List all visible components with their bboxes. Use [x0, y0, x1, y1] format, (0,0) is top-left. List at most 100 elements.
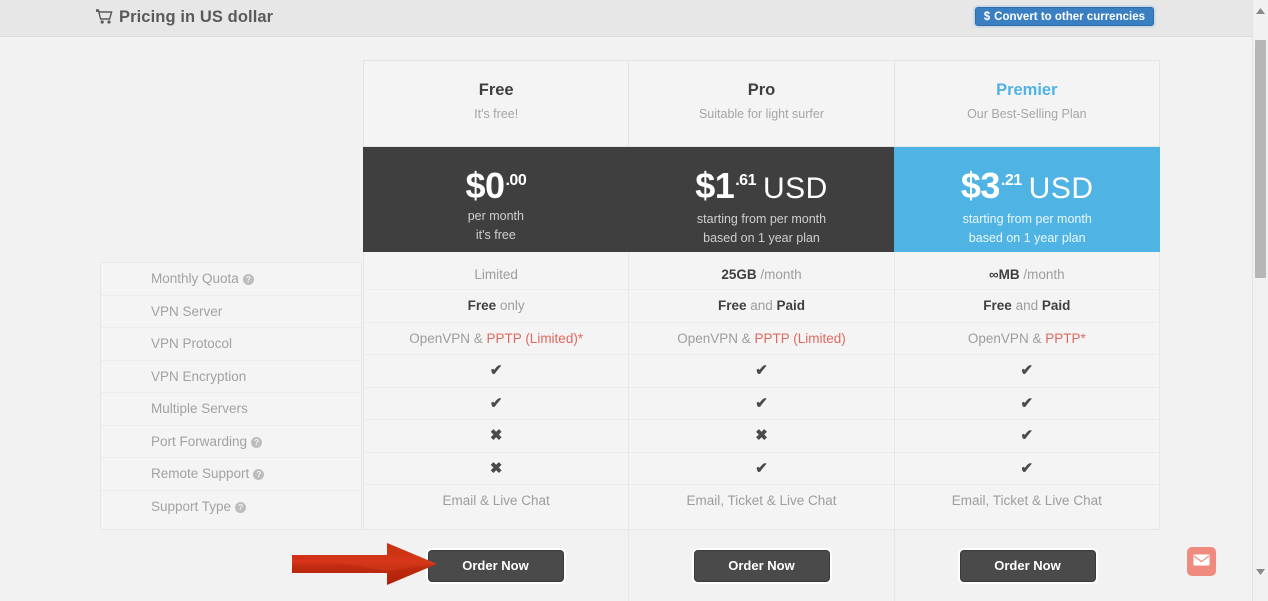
value-quota-pro: 25GB /month — [629, 252, 893, 290]
value-text: /month — [1020, 267, 1065, 282]
value-support-type-premier: Email, Ticket & Live Chat — [895, 485, 1159, 523]
feature-label-port-forwarding: Port Forwarding? — [101, 426, 361, 459]
order-cell-premier: Order Now — [895, 530, 1160, 601]
dollar-icon: $ — [984, 11, 990, 23]
plan-tagline-free: It's free! — [364, 107, 628, 121]
plan-name-pro: Pro — [629, 80, 893, 100]
price-cell-free: $0.00 per month it's free — [363, 147, 629, 252]
value-text: Free — [718, 298, 747, 313]
value-text: OpenVPN & — [409, 331, 486, 346]
value-vpn-server-free: Free only — [364, 290, 628, 323]
check-icon: ✔ — [1021, 427, 1034, 444]
help-icon[interactable]: ? — [243, 274, 254, 285]
help-icon[interactable]: ? — [235, 502, 246, 513]
feature-label-monthly-quota: Monthly Quota? — [101, 263, 361, 296]
value-port-forwarding-pro: ✖ — [629, 420, 893, 453]
cross-icon: ✖ — [755, 427, 768, 444]
price-main-premier: $3.21USD — [894, 160, 1160, 210]
price-band: $0.00 per month it's free $1.61 USD start… — [363, 147, 1160, 252]
plan-headers: Free It's free! Pro Suitable for light s… — [363, 60, 1160, 147]
price-sub2-free: it's free — [363, 226, 629, 245]
page-scrollbar[interactable] — [1252, 0, 1268, 601]
feature-column-premier: ∞MB /month Free and Paid OpenVPN & PPTP*… — [895, 252, 1159, 529]
cross-icon: ✖ — [490, 460, 503, 477]
value-port-forwarding-premier: ✔ — [895, 420, 1159, 453]
value-text: /month — [757, 267, 802, 282]
page-title: Pricing in US dollar — [96, 8, 273, 29]
value-remote-support-pro: ✔ — [629, 453, 893, 486]
plan-tagline-pro: Suitable for light surfer — [629, 107, 893, 121]
price-amount-free: $0 — [465, 165, 504, 206]
value-vpn-encryption-free: ✔ — [364, 355, 628, 388]
plan-tagline-premier: Our Best-Selling Plan — [895, 107, 1159, 121]
feature-label-text: Remote Support — [151, 466, 249, 481]
feature-label-multiple-servers: Multiple Servers — [101, 393, 361, 426]
value-text: and — [746, 298, 776, 313]
convert-currency-button[interactable]: $Convert to other currencies — [975, 7, 1154, 26]
feature-values-grid: Limited Free only OpenVPN & PPTP (Limite… — [363, 252, 1160, 530]
value-support-type-free: Email & Live Chat — [364, 485, 628, 523]
scroll-up-arrow-icon[interactable] — [1253, 3, 1268, 18]
price-cents-free: .00 — [505, 172, 526, 189]
value-text: ∞MB — [989, 267, 1020, 282]
feature-label-text: VPN Server — [151, 304, 222, 319]
page-title-text: Pricing in US dollar — [119, 8, 273, 26]
price-currency-pro: USD — [763, 172, 828, 205]
check-icon: ✔ — [1021, 362, 1034, 379]
shopping-cart-icon — [96, 9, 113, 29]
feature-label-remote-support: Remote Support? — [101, 458, 361, 491]
price-sub2-pro: based on 1 year plan — [629, 229, 895, 248]
contact-mail-button[interactable] — [1187, 547, 1216, 576]
value-text: Paid — [777, 298, 806, 313]
price-sub1-free: per month — [363, 207, 629, 226]
help-icon[interactable]: ? — [253, 469, 264, 480]
help-icon[interactable]: ? — [251, 437, 262, 448]
value-text: Paid — [1042, 298, 1071, 313]
price-cents-pro: .61 — [735, 172, 756, 189]
value-port-forwarding-free: ✖ — [364, 420, 628, 453]
price-amount-pro: $1 — [695, 165, 734, 206]
order-now-button-free[interactable]: Order Now — [428, 550, 564, 582]
order-button-row: Order Now Order Now Order Now — [363, 530, 1160, 601]
value-multiple-servers-free: ✔ — [364, 388, 628, 421]
order-now-button-premier[interactable]: Order Now — [960, 550, 1096, 582]
feature-label-vpn-protocol: VPN Protocol — [101, 328, 361, 361]
feature-label-vpn-encryption: VPN Encryption — [101, 361, 361, 394]
price-amount-premier: $3 — [961, 165, 1000, 206]
value-vpn-encryption-pro: ✔ — [629, 355, 893, 388]
value-multiple-servers-pro: ✔ — [629, 388, 893, 421]
feature-column-free: Limited Free only OpenVPN & PPTP (Limite… — [364, 252, 629, 529]
plan-header-free: Free It's free! — [364, 61, 629, 146]
scrollbar-thumb[interactable] — [1255, 40, 1266, 278]
price-sub1-premier: starting from per month — [894, 210, 1160, 229]
value-vpn-protocol-free: OpenVPN & PPTP (Limited)* — [364, 323, 628, 356]
check-icon: ✔ — [755, 362, 768, 379]
feature-label-support-type: Support Type? — [101, 491, 361, 524]
plan-header-pro: Pro Suitable for light surfer — [629, 61, 894, 146]
feature-label-text: Multiple Servers — [151, 401, 248, 416]
feature-label-text: Monthly Quota — [151, 271, 239, 286]
pricing-table-area: Free It's free! Pro Suitable for light s… — [0, 37, 1253, 601]
check-icon: ✔ — [755, 395, 768, 412]
check-icon: ✔ — [1021, 460, 1034, 477]
value-text-highlight: PPTP (Limited) — [755, 331, 846, 346]
value-text: Free — [983, 298, 1012, 313]
value-text: and — [1012, 298, 1042, 313]
check-icon: ✔ — [490, 395, 503, 412]
value-remote-support-premier: ✔ — [895, 453, 1159, 486]
page-header-bar: Pricing in US dollar $Convert to other c… — [0, 0, 1253, 37]
value-text: Free — [468, 298, 497, 313]
scroll-down-arrow-icon[interactable] — [1253, 564, 1268, 579]
value-text: only — [496, 298, 525, 313]
order-now-button-pro[interactable]: Order Now — [694, 550, 830, 582]
value-multiple-servers-premier: ✔ — [895, 388, 1159, 421]
value-text: OpenVPN & — [968, 331, 1045, 346]
price-sub2-premier: based on 1 year plan — [894, 229, 1160, 248]
value-vpn-protocol-premier: OpenVPN & PPTP* — [895, 323, 1159, 356]
price-main-free: $0.00 — [363, 160, 629, 207]
value-text: 25GB — [721, 267, 756, 282]
feature-label-vpn-server: VPN Server — [101, 296, 361, 329]
value-remote-support-free: ✖ — [364, 453, 628, 486]
value-vpn-server-premier: Free and Paid — [895, 290, 1159, 323]
value-text-highlight: PPTP (Limited)* — [487, 331, 584, 346]
